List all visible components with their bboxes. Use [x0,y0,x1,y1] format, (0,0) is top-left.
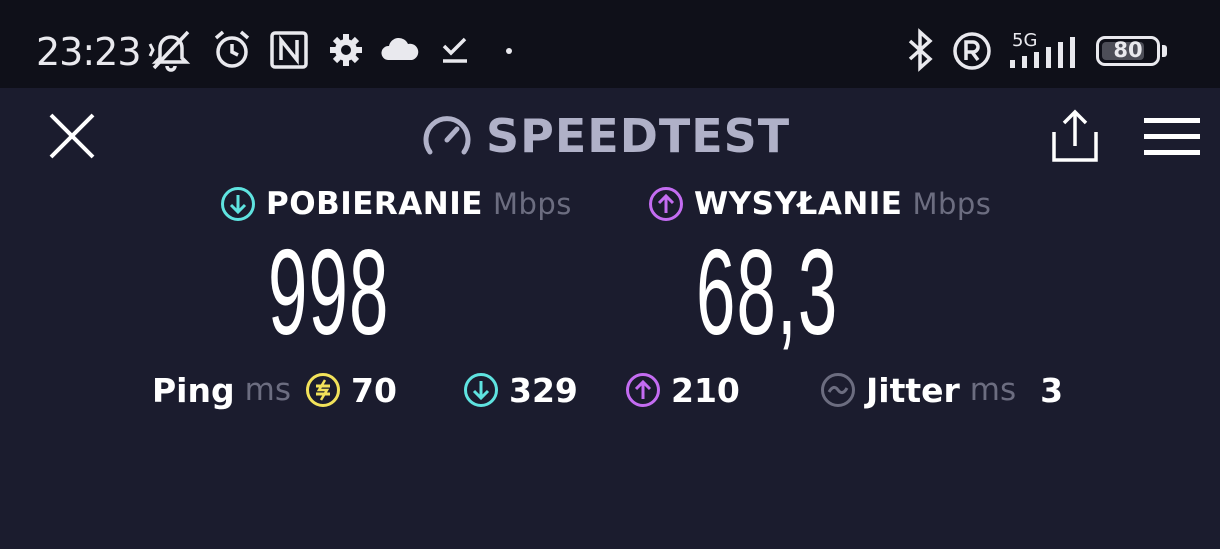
ping-upload-value: 210 [671,370,740,410]
battery-icon: 80 [1096,36,1160,66]
download-unit: Mbps [492,187,572,221]
settings-icon [326,28,366,72]
nfc-icon [268,28,310,72]
download-done-icon [440,28,470,72]
alarm-icon [210,28,254,72]
download-latency: 329 [463,368,578,412]
upload-header: WYSYŁANIE Mbps [648,184,991,224]
dot-icon [504,28,514,72]
signal-icon [1008,36,1080,70]
download-value: 998 [268,224,390,360]
jitter-row: Jitter ms 3 [820,368,1063,412]
battery-tip [1162,45,1167,57]
share-button[interactable] [1048,108,1102,164]
ping-download-value: 329 [509,370,578,410]
jitter-icon [821,373,855,407]
menu-button[interactable] [1144,116,1200,158]
cloud-icon [380,28,420,72]
close-button[interactable] [46,110,98,162]
upload-arrow-icon [649,187,683,221]
close-icon [49,113,95,159]
ping-label: Ping [152,370,235,410]
ping-idle-value: 70 [350,370,397,410]
battery-level: 80 [1113,38,1143,62]
status-bar: 23:23 5G 80 [0,0,1220,88]
bluetooth-icon [904,28,936,74]
status-time: 23:23 [36,30,142,74]
muted-bell-icon [148,28,194,72]
jitter-unit: ms [969,372,1017,408]
speedometer-icon [423,116,471,155]
upload-label: WYSYŁANIE [694,186,903,222]
idle-latency-icon [305,373,340,407]
speedtest-logo: SPEEDTEST [422,106,790,166]
jitter-label: Jitter [866,370,960,410]
ping-row: Ping ms 70 [152,368,397,412]
page-title: SPEEDTEST [486,109,791,163]
download-arrow-icon [221,187,255,221]
registered-icon [950,28,994,74]
download-header: POBIERANIE Mbps [220,184,572,224]
share-icon [1052,109,1098,162]
upload-latency: 210 [625,368,740,412]
download-latency-icon [464,373,498,407]
menu-icon [1144,118,1200,155]
ping-unit: ms [244,372,291,408]
jitter-value: 3 [1040,370,1064,410]
upload-value: 68,3 [696,224,839,360]
upload-unit: Mbps [912,187,992,221]
upload-latency-icon [626,373,660,407]
download-label: POBIERANIE [266,186,483,222]
